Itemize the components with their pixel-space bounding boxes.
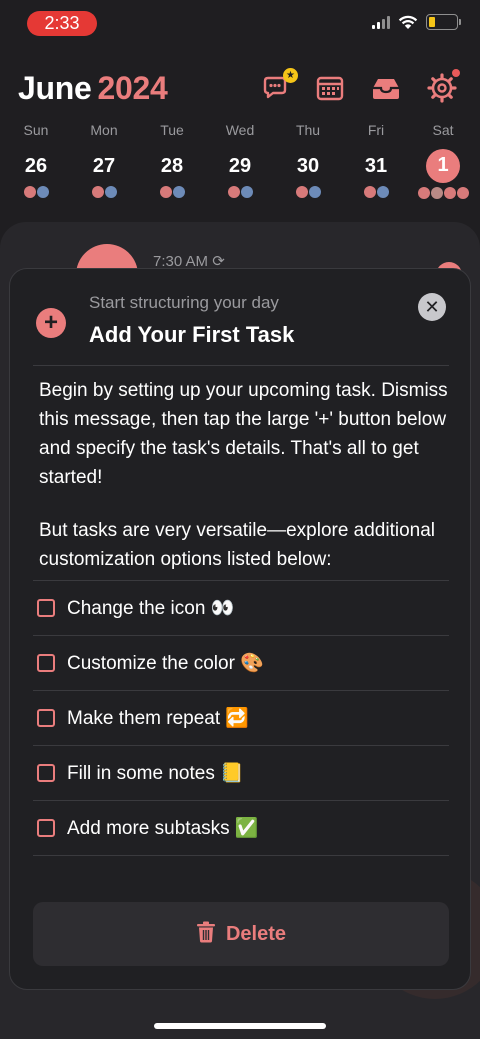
day-mon[interactable]: Mon 27	[74, 122, 134, 198]
delete-label: Delete	[225, 923, 287, 945]
day-name: Sat	[432, 122, 454, 138]
month-label: June	[18, 70, 92, 106]
checklist-label: Make them repeat 🔁	[67, 708, 250, 729]
card-title: Add Your First Task	[89, 322, 295, 347]
delete-button-content: Delete	[33, 921, 449, 946]
close-icon: ✕	[424, 297, 440, 317]
day-thu[interactable]: Thu 30	[278, 122, 338, 198]
settings-button[interactable]	[426, 69, 460, 104]
task-dots	[142, 186, 202, 198]
checkbox[interactable]	[37, 819, 55, 837]
notification-dot	[452, 69, 460, 77]
day-name: Sun	[23, 122, 49, 138]
day-fri[interactable]: Fri 31	[346, 122, 406, 198]
inbox-tray-icon	[373, 79, 399, 99]
home-indicator[interactable]	[154, 1023, 326, 1029]
onboarding-card: + Start structuring your day Add Your Fi…	[9, 268, 471, 990]
status-icons	[372, 14, 461, 30]
close-button[interactable]: ✕	[418, 293, 446, 321]
day-number: 28	[160, 155, 184, 177]
task-dots	[413, 187, 473, 199]
plus-icon: +	[36, 308, 66, 338]
gear-icon	[427, 73, 457, 103]
calendar-icon	[316, 76, 344, 101]
day-number: 27	[92, 155, 116, 177]
card-subtitle: Start structuring your day	[89, 293, 279, 312]
day-number: 26	[24, 155, 48, 177]
checklist-item-icon[interactable]: Change the icon 👀	[33, 581, 449, 636]
checkbox[interactable]	[37, 599, 55, 617]
day-sun[interactable]: Sun 26	[6, 122, 66, 198]
checklist-label: Add more subtasks ✅	[67, 818, 259, 839]
task-dots	[346, 186, 406, 198]
day-sat-selected[interactable]: Sat 1	[413, 122, 473, 199]
checklist-item-notes[interactable]: Fill in some notes 📒	[33, 746, 449, 801]
task-dots	[74, 186, 134, 198]
week-strip: Sun 26 Mon 27 Tue 28 Wed 29 Thu 30 Fri 3…	[0, 122, 480, 212]
day-number: 30	[296, 155, 320, 177]
checkbox[interactable]	[37, 709, 55, 727]
wifi-icon	[398, 15, 418, 29]
day-number: 1	[426, 149, 460, 183]
inbox-button[interactable]	[370, 72, 402, 104]
delete-button[interactable]: Delete	[33, 902, 449, 966]
day-name: Thu	[295, 122, 321, 138]
star-badge-icon: ★	[283, 68, 298, 83]
divider	[33, 365, 449, 366]
day-name: Tue	[160, 122, 184, 138]
day-tue[interactable]: Tue 28	[142, 122, 202, 198]
cellular-signal-icon	[372, 15, 390, 29]
checklist-item-color[interactable]: Customize the color 🎨	[33, 636, 449, 691]
intro-paragraph: Begin by setting up your upcoming task. …	[39, 380, 448, 488]
day-name: Wed	[225, 122, 255, 138]
page-title[interactable]: June 2024	[18, 70, 168, 107]
options-paragraph: But tasks are very versatile—explore add…	[39, 520, 436, 570]
status-time: 2:33	[27, 11, 97, 36]
year-label: 2024	[97, 70, 168, 106]
checkbox[interactable]	[37, 764, 55, 782]
task-dots	[6, 186, 66, 198]
checklist-label: Fill in some notes 📒	[67, 763, 244, 784]
header: June 2024 ★	[0, 64, 480, 114]
checklist-label: Customize the color 🎨	[67, 653, 264, 674]
status-bar: 2:33	[0, 0, 480, 48]
calendar-button[interactable]	[314, 72, 346, 104]
battery-icon	[426, 14, 461, 30]
trash-icon	[196, 921, 215, 943]
day-name: Mon	[90, 122, 118, 138]
checklist-item-subtasks[interactable]: Add more subtasks ✅	[33, 801, 449, 856]
task-dots	[278, 186, 338, 198]
day-number: 31	[364, 155, 388, 177]
day-number: 29	[228, 155, 252, 177]
checklist-item-repeat[interactable]: Make them repeat 🔁	[33, 691, 449, 746]
feedback-button[interactable]: ★	[260, 68, 298, 104]
checkbox[interactable]	[37, 654, 55, 672]
checklist-label: Change the icon 👀	[67, 598, 235, 619]
day-wed[interactable]: Wed 29	[210, 122, 270, 198]
day-name: Fri	[367, 122, 385, 138]
task-dots	[210, 186, 270, 198]
